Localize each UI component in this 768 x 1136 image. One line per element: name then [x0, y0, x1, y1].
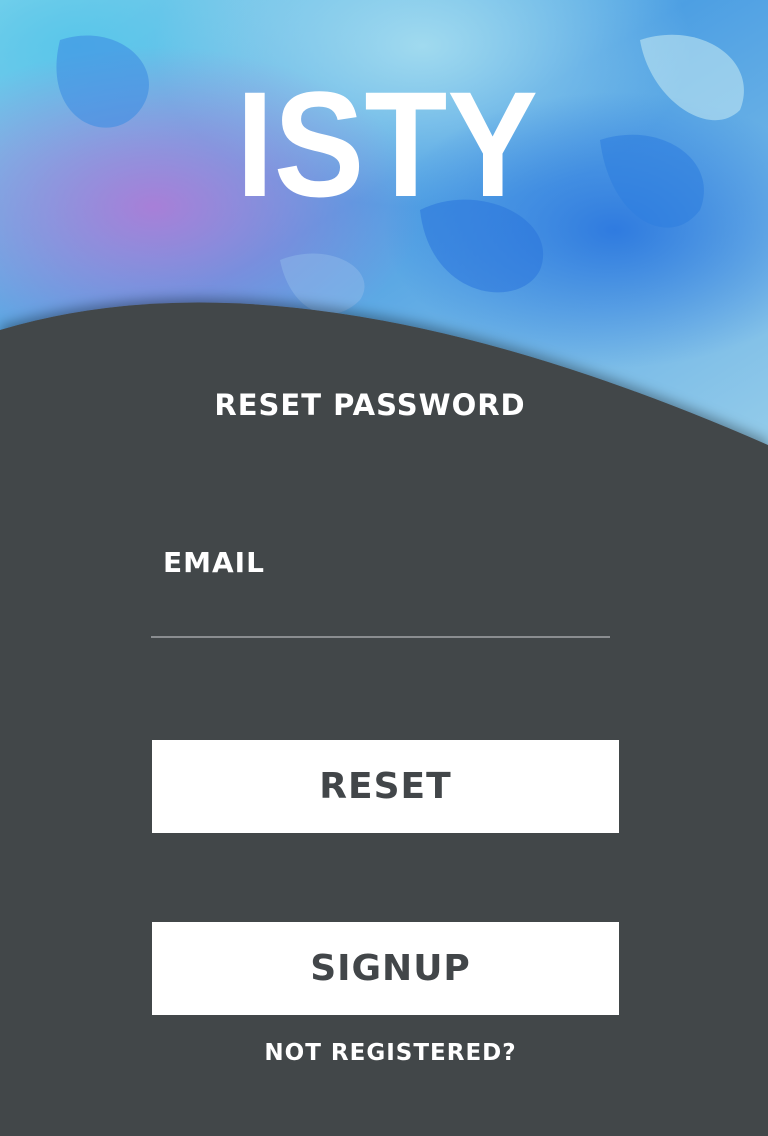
not-registered-link[interactable]: NOT REGISTERED?	[152, 1040, 629, 1066]
email-input[interactable]	[151, 596, 610, 638]
app-logo: ISTY	[236, 80, 538, 204]
reset-password-screen: ISTY RESET PASSWORD EMAIL RESET SIGNUP N…	[0, 0, 768, 1136]
signup-button[interactable]: SIGNUP	[152, 922, 619, 1015]
reset-button[interactable]: RESET	[152, 740, 619, 833]
email-label: EMAIL	[163, 546, 265, 579]
logo-text: ISTY	[236, 80, 538, 204]
page-title: RESET PASSWORD	[214, 388, 526, 422]
